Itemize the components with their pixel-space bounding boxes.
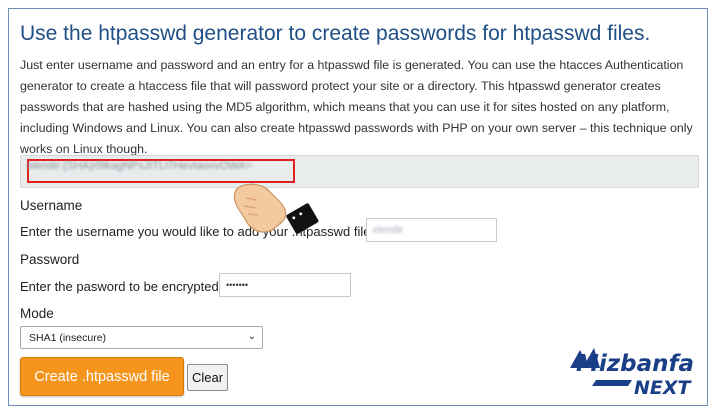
mizbanfa-logo: Mizbanfa NEXT	[566, 344, 706, 400]
mode-selected-value: SHA1 (insecure)	[29, 331, 107, 344]
svg-text:Mizbanfa: Mizbanfa	[576, 351, 694, 377]
clear-button[interactable]: Clear	[187, 364, 228, 391]
pointing-hand-icon	[233, 183, 319, 234]
password-prompt: Enter the pasword to be encrypted.	[20, 279, 223, 294]
create-htpasswd-button[interactable]: Create .htpasswd file	[20, 357, 184, 396]
username-input[interactable]: elendir	[366, 218, 497, 242]
username-heading: Username	[20, 198, 83, 213]
htpasswd-output-text: elendir:{SHA}rl9kagNPxJITLl7HevtaovvOWA=	[27, 160, 252, 172]
password-heading: Password	[20, 252, 80, 267]
username-value: elendir	[373, 224, 404, 236]
mode-heading: Mode	[20, 306, 54, 321]
svg-text:NEXT: NEXT	[634, 377, 693, 399]
page-title: Use the htpasswd generator to create pas…	[20, 22, 651, 45]
chevron-down-icon: ⌄	[247, 331, 256, 342]
mode-select[interactable]: SHA1 (insecure) ⌄	[20, 326, 263, 349]
password-input[interactable]: •••••••	[219, 273, 351, 297]
page-description: Just enter username and password and an …	[20, 58, 693, 156]
htpasswd-output-field[interactable]: elendir:{SHA}rl9kagNPxJITLl7HevtaovvOWA=	[20, 155, 699, 188]
password-value: •••••••	[226, 280, 249, 290]
